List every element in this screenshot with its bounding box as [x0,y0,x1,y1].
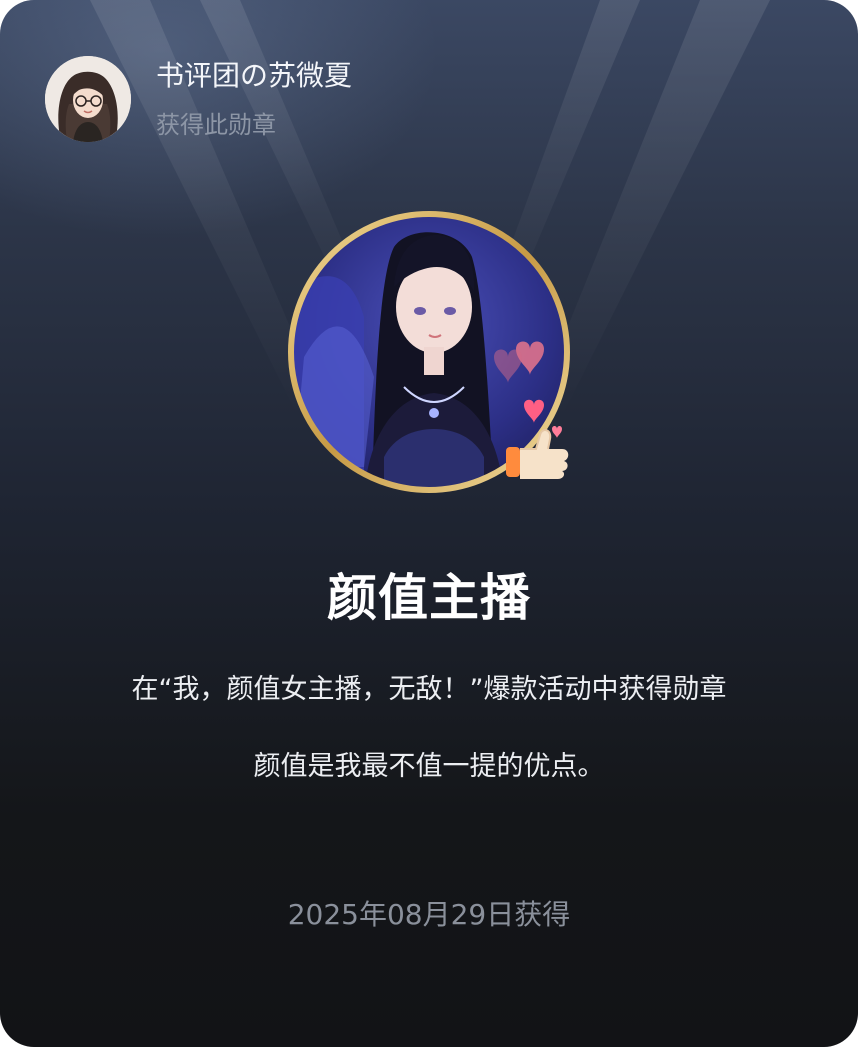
user-avatar[interactable] [45,56,131,142]
badge-description: 在“我，颜值女主播，无敌！”爆款活动中获得勋章 [131,674,727,705]
badge-card: 书评团の苏微夏 获得此勋章 颜值主播 在“我，颜值女主播，无敌！”爆款活动中获得… [0,0,858,1047]
user-info: 书评团の苏微夏 获得此勋章 [156,58,352,140]
badge-title: 颜值主播 [327,569,531,627]
badge-medal [284,207,574,497]
badge-portrait-icon [288,211,570,493]
earned-date: 2025年08月29日获得 [287,898,571,931]
badge-quote: 颜值是我最不值一提的优点。 [253,751,605,782]
earned-label: 获得此勋章 [156,111,276,139]
user-header: 书评团の苏微夏 获得此勋章 [45,56,352,142]
username[interactable]: 书评团の苏微夏 [156,58,352,94]
user-avatar-icon [45,56,131,142]
